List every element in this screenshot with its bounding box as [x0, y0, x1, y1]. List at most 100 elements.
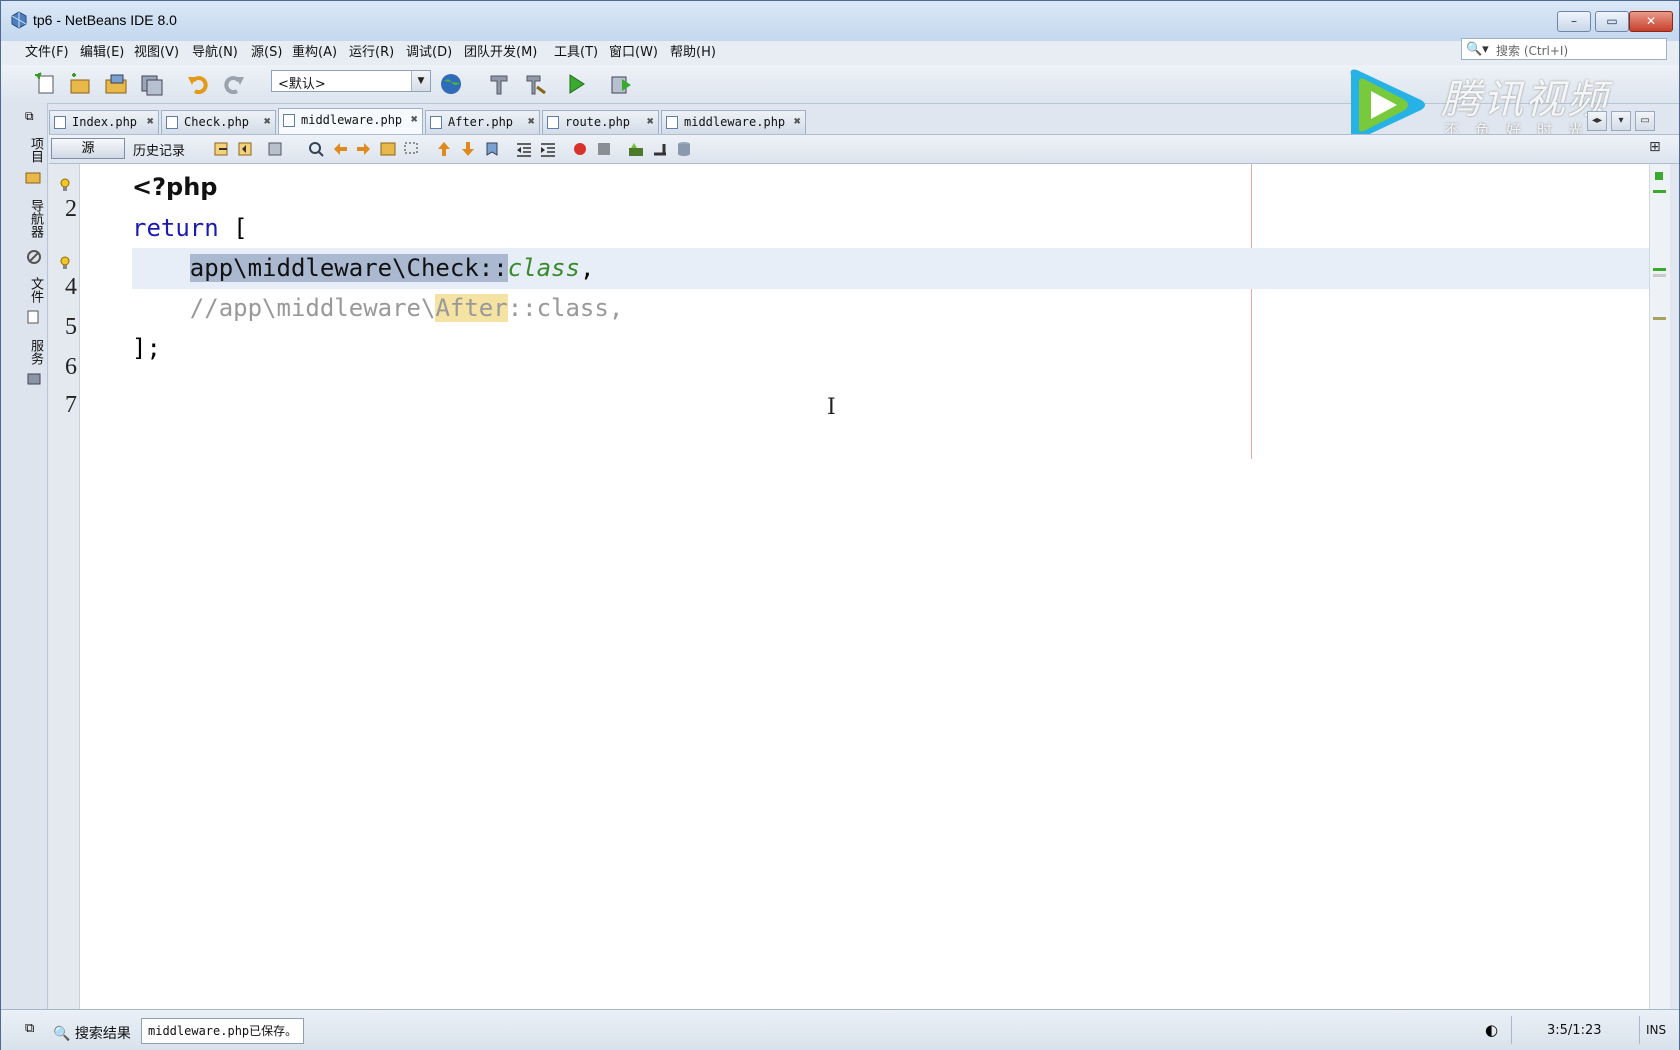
menu-refactor[interactable]: 重构(A)	[292, 41, 337, 65]
open-project-icon[interactable]	[103, 71, 129, 97]
error-stripe[interactable]	[1649, 164, 1670, 1009]
tab-middleware-php-2[interactable]: middleware.php ✖	[661, 110, 806, 134]
tab-label: Index.php	[72, 115, 138, 129]
menu-help[interactable]: 帮助(H)	[670, 41, 716, 65]
menu-view[interactable]: 视图(V)	[134, 41, 179, 65]
php-open-tag: <?php	[132, 173, 218, 201]
panel-projects[interactable]: 项目	[25, 137, 45, 163]
menu-window[interactable]: 窗口(W)	[609, 41, 658, 65]
restore-window-icon[interactable]: ⧉	[25, 109, 34, 124]
panel-services[interactable]: 服务	[25, 339, 45, 365]
code-editor[interactable]: <?php return [ app\middleware\Check::cla…	[80, 164, 1649, 1009]
maximize-editor-icon[interactable]: ▭	[1635, 111, 1655, 131]
comment-icon[interactable]	[651, 140, 669, 158]
redo-icon[interactable]	[221, 71, 247, 97]
netbeans-logo-icon	[11, 11, 27, 29]
tab-middleware-php-active[interactable]: middleware.php ✖	[278, 108, 423, 134]
comment-text: ::class,	[507, 294, 624, 322]
restore-window-icon[interactable]: ⧉	[25, 1021, 34, 1036]
menu-navigate[interactable]: 导航(N)	[192, 41, 238, 65]
start-macro-icon[interactable]	[571, 140, 589, 158]
run-tests-icon[interactable]	[627, 140, 645, 158]
title-bar: tp6 - NetBeans IDE 8.0 – ▭ ✕	[1, 1, 1679, 41]
next-bookmark-icon[interactable]	[459, 140, 477, 158]
close-tab-icon[interactable]: ✖	[794, 114, 801, 128]
toggle-rect-selection-icon[interactable]	[403, 140, 421, 158]
split-editor-icon[interactable]: ⊞	[1649, 139, 1661, 155]
tab-index-php[interactable]: Index.php ✖	[49, 110, 159, 134]
source-view-button[interactable]: 源	[51, 138, 125, 159]
tab-after-php[interactable]: After.php ✖	[425, 110, 540, 134]
database-icon[interactable]	[675, 140, 693, 158]
close-tab-icon[interactable]: ✖	[647, 114, 654, 128]
last-edit-icon[interactable]	[213, 140, 231, 158]
forward-icon[interactable]	[267, 140, 285, 158]
occurrence-marker[interactable]	[1653, 317, 1666, 320]
toggle-bookmark-icon[interactable]	[483, 140, 501, 158]
keyword-return: return	[132, 214, 219, 242]
line-number: 6	[65, 354, 77, 380]
run-project-icon[interactable]	[563, 71, 589, 97]
maximize-button[interactable]: ▭	[1595, 11, 1629, 32]
shift-left-icon[interactable]	[515, 140, 533, 158]
caret-position: 3:5/1:23	[1547, 1023, 1602, 1038]
find-previous-icon[interactable]	[331, 140, 349, 158]
close-button[interactable]: ✕	[1629, 11, 1673, 32]
services-icon	[27, 373, 41, 385]
tab-route-php[interactable]: route.php ✖	[542, 110, 659, 134]
menu-source[interactable]: 源(S)	[251, 41, 282, 65]
tab-check-php[interactable]: Check.php ✖	[161, 110, 276, 134]
minimize-button[interactable]: –	[1557, 11, 1591, 32]
search-input[interactable]: 🔍▾ 搜索 (Ctrl+I)	[1461, 38, 1667, 60]
notification-icon[interactable]: ◐	[1485, 1021, 1498, 1039]
history-view-button[interactable]: 历史记录	[133, 140, 185, 159]
new-file-icon[interactable]	[33, 71, 59, 97]
build-hammer-icon[interactable]	[486, 71, 512, 97]
undo-icon[interactable]	[185, 71, 211, 97]
change-marker[interactable]	[1653, 268, 1666, 271]
window-title: tp6 - NetBeans IDE 8.0	[33, 12, 177, 28]
tab-scroll-left-icon[interactable]: ◂▸	[1587, 111, 1607, 131]
menu-edit[interactable]: 编辑(E)	[80, 41, 124, 65]
close-tab-icon[interactable]: ✖	[147, 114, 154, 128]
close-tab-icon[interactable]: ✖	[528, 114, 535, 128]
search-results-tab[interactable]: 🔍 搜索结果	[53, 1023, 131, 1043]
hint-bulb-icon[interactable]	[59, 256, 71, 270]
clean-build-icon[interactable]	[522, 71, 548, 97]
php-file-icon	[430, 116, 442, 129]
menu-debug[interactable]: 调试(D)	[406, 41, 452, 65]
menu-run[interactable]: 运行(R)	[349, 41, 394, 65]
panel-files[interactable]: 文件	[25, 277, 45, 303]
find-selection-icon[interactable]	[307, 140, 325, 158]
debug-project-icon[interactable]	[608, 71, 634, 97]
new-project-icon[interactable]	[67, 71, 93, 97]
previous-bookmark-icon[interactable]	[435, 140, 453, 158]
line-number: 4	[65, 274, 77, 300]
close-tab-icon[interactable]: ✖	[264, 114, 271, 128]
magnifier-icon: 🔍▾	[1466, 42, 1489, 57]
code-line-3: app\middleware\Check::class,	[132, 248, 594, 289]
code-token: [	[218, 214, 248, 242]
stop-macro-icon[interactable]	[595, 140, 613, 158]
left-panel-strip: ⧉ 项目 导航器 文件 服务	[1, 103, 48, 1011]
find-next-icon[interactable]	[355, 140, 373, 158]
toggle-highlight-icon[interactable]	[379, 140, 397, 158]
shift-right-icon[interactable]	[539, 140, 557, 158]
hint-bulb-icon[interactable]	[59, 178, 71, 192]
globe-browser-icon[interactable]	[439, 71, 465, 97]
change-marker[interactable]	[1653, 190, 1666, 193]
navigator-icon	[27, 250, 41, 264]
menu-team[interactable]: 团队开发(M)	[464, 41, 537, 65]
save-all-icon[interactable]	[139, 71, 165, 97]
menu-bar: 文件(F) 编辑(E) 视图(V) 导航(N) 源(S) 重构(A) 运行(R)…	[1, 41, 1679, 65]
minimize-icon: –	[1571, 14, 1577, 28]
panel-navigator[interactable]: 导航器	[25, 199, 45, 238]
close-tab-icon[interactable]: ✖	[411, 112, 418, 126]
configuration-select[interactable]: <默认> ▼	[271, 70, 431, 92]
tab-list-icon[interactable]: ▾	[1611, 111, 1631, 131]
menu-tools[interactable]: 工具(T)	[554, 41, 598, 65]
menu-file[interactable]: 文件(F)	[25, 41, 69, 65]
ide-window: tp6 - NetBeans IDE 8.0 – ▭ ✕ 文件(F) 编辑(E)…	[0, 0, 1680, 1050]
back-icon[interactable]	[237, 140, 255, 158]
close-icon: ✕	[1645, 14, 1657, 28]
